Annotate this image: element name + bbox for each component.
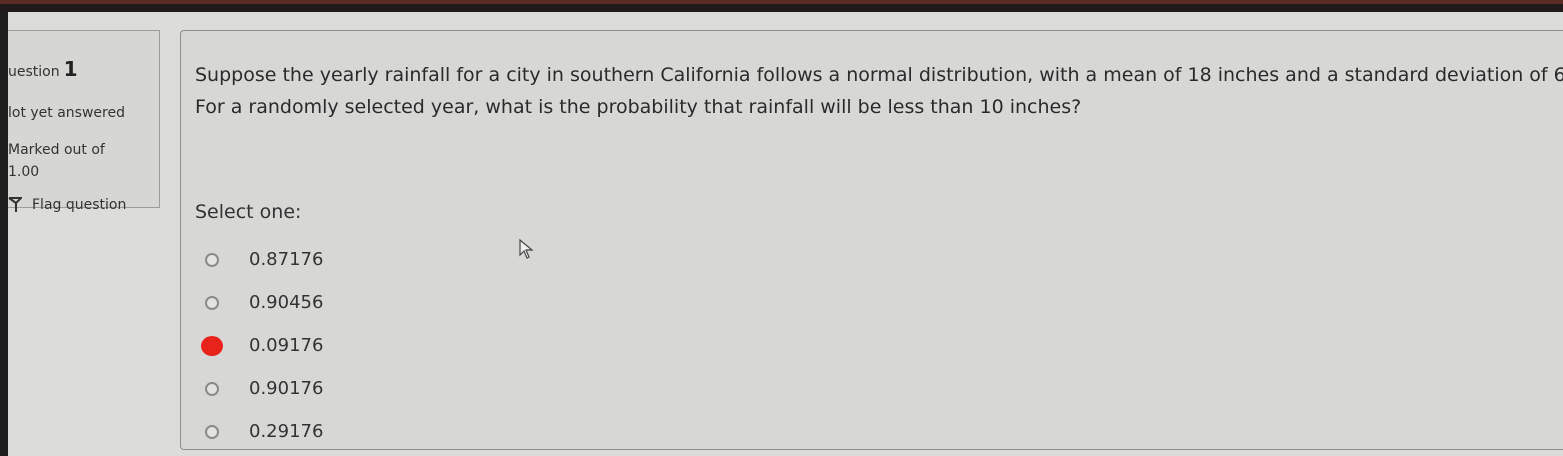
answer-option-1[interactable]: 0.87176 <box>205 238 323 281</box>
flag-icon <box>8 197 22 212</box>
question-label: uestion 1 <box>8 57 78 81</box>
question-info-panel: uestion 1 lot yet answered Marked out of … <box>8 30 160 213</box>
answer-options: 0.87176 0.90456 0.09176 0.90176 0.29176 <box>201 238 324 449</box>
question-number: 1 <box>63 57 78 81</box>
radio-button[interactable] <box>205 252 219 267</box>
marks-value: 1.00 <box>8 164 40 180</box>
answer-option-5[interactable]: 0.29176 <box>205 410 324 449</box>
flag-question-link[interactable]: Flag question <box>8 197 126 213</box>
answer-option-label: 0.90456 <box>249 292 324 313</box>
answer-option-label: 0.29176 <box>249 421 324 442</box>
marks-label: Marked out of <box>8 142 105 158</box>
radio-button[interactable] <box>205 424 219 439</box>
flag-question-label: Flag question <box>32 197 127 213</box>
mouse-cursor-icon <box>519 239 534 259</box>
screen-bezel <box>0 12 8 456</box>
radio-button[interactable] <box>205 295 219 310</box>
question-content-panel: Suppose the yearly rainfall for a city i… <box>180 30 1563 450</box>
answer-option-label: 0.90176 <box>249 378 324 399</box>
select-one-label: Select one: <box>195 201 302 223</box>
answer-option-label: 0.87176 <box>249 249 324 270</box>
answer-option-4[interactable]: 0.90176 <box>205 367 323 410</box>
window-top-accent <box>0 0 1563 4</box>
quiz-page: uestion 1 lot yet answered Marked out of … <box>8 12 1563 456</box>
question-text: Suppose the yearly rainfall for a city i… <box>195 64 1563 118</box>
question-label-text: uestion <box>8 64 60 80</box>
radio-button[interactable] <box>205 381 219 396</box>
answer-option-label: 0.09176 <box>249 335 324 356</box>
answer-option-3[interactable]: 0.09176 <box>201 324 324 367</box>
question-status: lot yet answered <box>8 105 125 121</box>
question-marks: Marked out of 1.00 <box>8 139 148 183</box>
answer-option-2[interactable]: 0.90456 <box>205 281 323 324</box>
radio-button-selected[interactable] <box>201 335 223 356</box>
